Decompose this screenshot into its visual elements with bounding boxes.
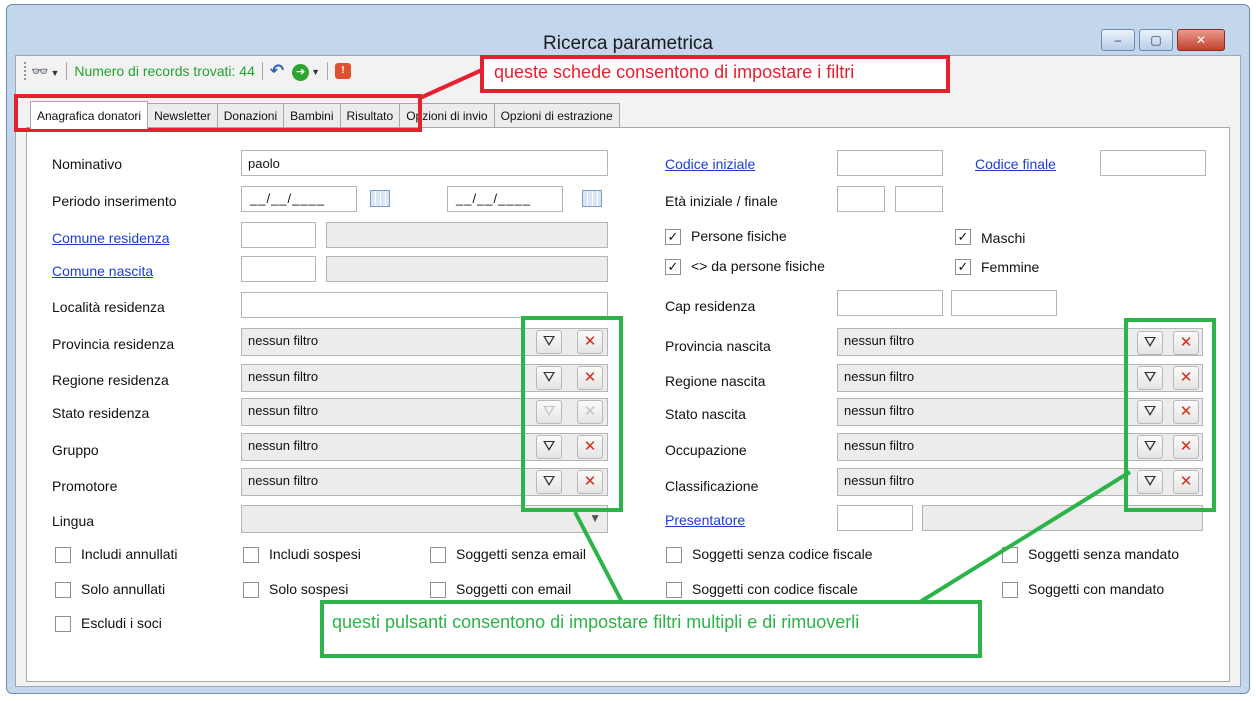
codice-iniziale-input[interactable] xyxy=(837,150,943,176)
senza-cf-label: Soggetti senza codice fiscale xyxy=(692,546,873,562)
filter-label: Regione residenza xyxy=(52,372,169,388)
includi-sospesi-label: Includi sospesi xyxy=(269,546,361,562)
comune-residenza-name xyxy=(326,222,608,248)
nominativo-input[interactable]: paolo xyxy=(241,150,608,176)
comune-nascita-link[interactable]: Comune nascita xyxy=(52,263,153,279)
comune-residenza-code[interactable] xyxy=(241,222,316,248)
filter-label: Promotore xyxy=(52,478,118,494)
senza-email-label: Soggetti senza email xyxy=(456,546,586,562)
filter-label: Stato nascita xyxy=(665,406,746,422)
con-email-label: Soggetti con email xyxy=(456,581,572,597)
includi-annullati-label: Includi annullati xyxy=(81,546,178,562)
chevron-down-icon: ▼ xyxy=(589,511,601,525)
codice-finale-link[interactable]: Codice finale xyxy=(975,156,1056,172)
persone-fisiche-label: Persone fisiche xyxy=(691,228,787,244)
filter-label: Occupazione xyxy=(665,442,747,458)
persone-fisiche-checkbox[interactable]: ✓ xyxy=(665,229,681,245)
senza-cf-checkbox[interactable] xyxy=(666,547,682,563)
con-cf-checkbox[interactable] xyxy=(666,582,682,598)
maschi-label: Maschi xyxy=(981,230,1026,246)
presentatore-link[interactable]: Presentatore xyxy=(665,512,745,528)
includi-sospesi-checkbox[interactable] xyxy=(243,547,259,563)
comune-residenza-link[interactable]: Comune residenza xyxy=(52,230,170,246)
localita-label: Località residenza xyxy=(52,299,165,315)
periodo-label: Periodo inserimento xyxy=(52,193,177,209)
escludi-soci-label: Escludi i soci xyxy=(81,615,162,631)
con-cf-label: Soggetti con codice fiscale xyxy=(692,581,858,597)
cap-to-input[interactable] xyxy=(951,290,1057,316)
con-mandato-label: Soggetti con mandato xyxy=(1028,581,1165,597)
lingua-label: Lingua xyxy=(52,513,95,529)
presentatore-code[interactable] xyxy=(837,505,913,531)
filter-label: Provincia nascita xyxy=(665,338,771,354)
filter-label: Stato residenza xyxy=(52,405,150,421)
senza-email-checkbox[interactable] xyxy=(430,547,446,563)
filter-label: Classificazione xyxy=(665,478,759,494)
eta-label: Età iniziale / finale xyxy=(665,193,778,209)
escludi-soci-checkbox[interactable] xyxy=(55,616,71,632)
filter-label: Provincia residenza xyxy=(52,336,175,352)
femmine-checkbox[interactable]: ✓ xyxy=(955,259,971,275)
femmine-label: Femmine xyxy=(981,259,1040,275)
codice-finale-input[interactable] xyxy=(1100,150,1206,176)
eta-finale-input[interactable] xyxy=(895,186,943,212)
codice-iniziale-link[interactable]: Codice iniziale xyxy=(665,156,755,172)
filter-label: Regione nascita xyxy=(665,373,766,389)
right-buttons-highlight xyxy=(1124,318,1216,512)
buttons-callout: questi pulsanti consentono di impostare … xyxy=(320,600,982,658)
date-to-input[interactable]: __/__/____ xyxy=(447,186,563,212)
comune-nascita-name xyxy=(326,256,608,282)
con-mandato-checkbox[interactable] xyxy=(1002,582,1018,598)
left-buttons-highlight xyxy=(521,316,623,512)
con-email-checkbox[interactable] xyxy=(430,582,446,598)
localita-input[interactable] xyxy=(241,292,608,318)
non-persone-fisiche-label: <> da persone fisiche xyxy=(691,258,825,274)
includi-annullati-checkbox[interactable] xyxy=(55,547,71,563)
date-from-input[interactable]: __/__/____ xyxy=(241,186,357,212)
tab-anagrafica[interactable]: Anagrafica donatori xyxy=(30,101,149,129)
solo-sospesi-label: Solo sospesi xyxy=(269,581,349,597)
eta-iniziale-input[interactable] xyxy=(837,186,885,212)
calendar-icon[interactable] xyxy=(370,190,390,207)
calendar-icon[interactable] xyxy=(582,190,602,207)
solo-annullati-label: Solo annullati xyxy=(81,581,166,597)
non-persone-fisiche-checkbox[interactable]: ✓ xyxy=(665,259,681,275)
tabs-callout: queste schede consentono di impostare i … xyxy=(480,55,950,93)
maschi-checkbox[interactable]: ✓ xyxy=(955,229,971,245)
cap-from-input[interactable] xyxy=(837,290,943,316)
senza-mandato-label: Soggetti senza mandato xyxy=(1028,546,1179,562)
senza-mandato-checkbox[interactable] xyxy=(1002,547,1018,563)
cap-label: Cap residenza xyxy=(665,298,756,314)
filter-label: Gruppo xyxy=(52,442,99,458)
solo-annullati-checkbox[interactable] xyxy=(55,582,71,598)
nominativo-label: Nominativo xyxy=(52,156,123,172)
comune-nascita-code[interactable] xyxy=(241,256,316,282)
solo-sospesi-checkbox[interactable] xyxy=(243,582,259,598)
